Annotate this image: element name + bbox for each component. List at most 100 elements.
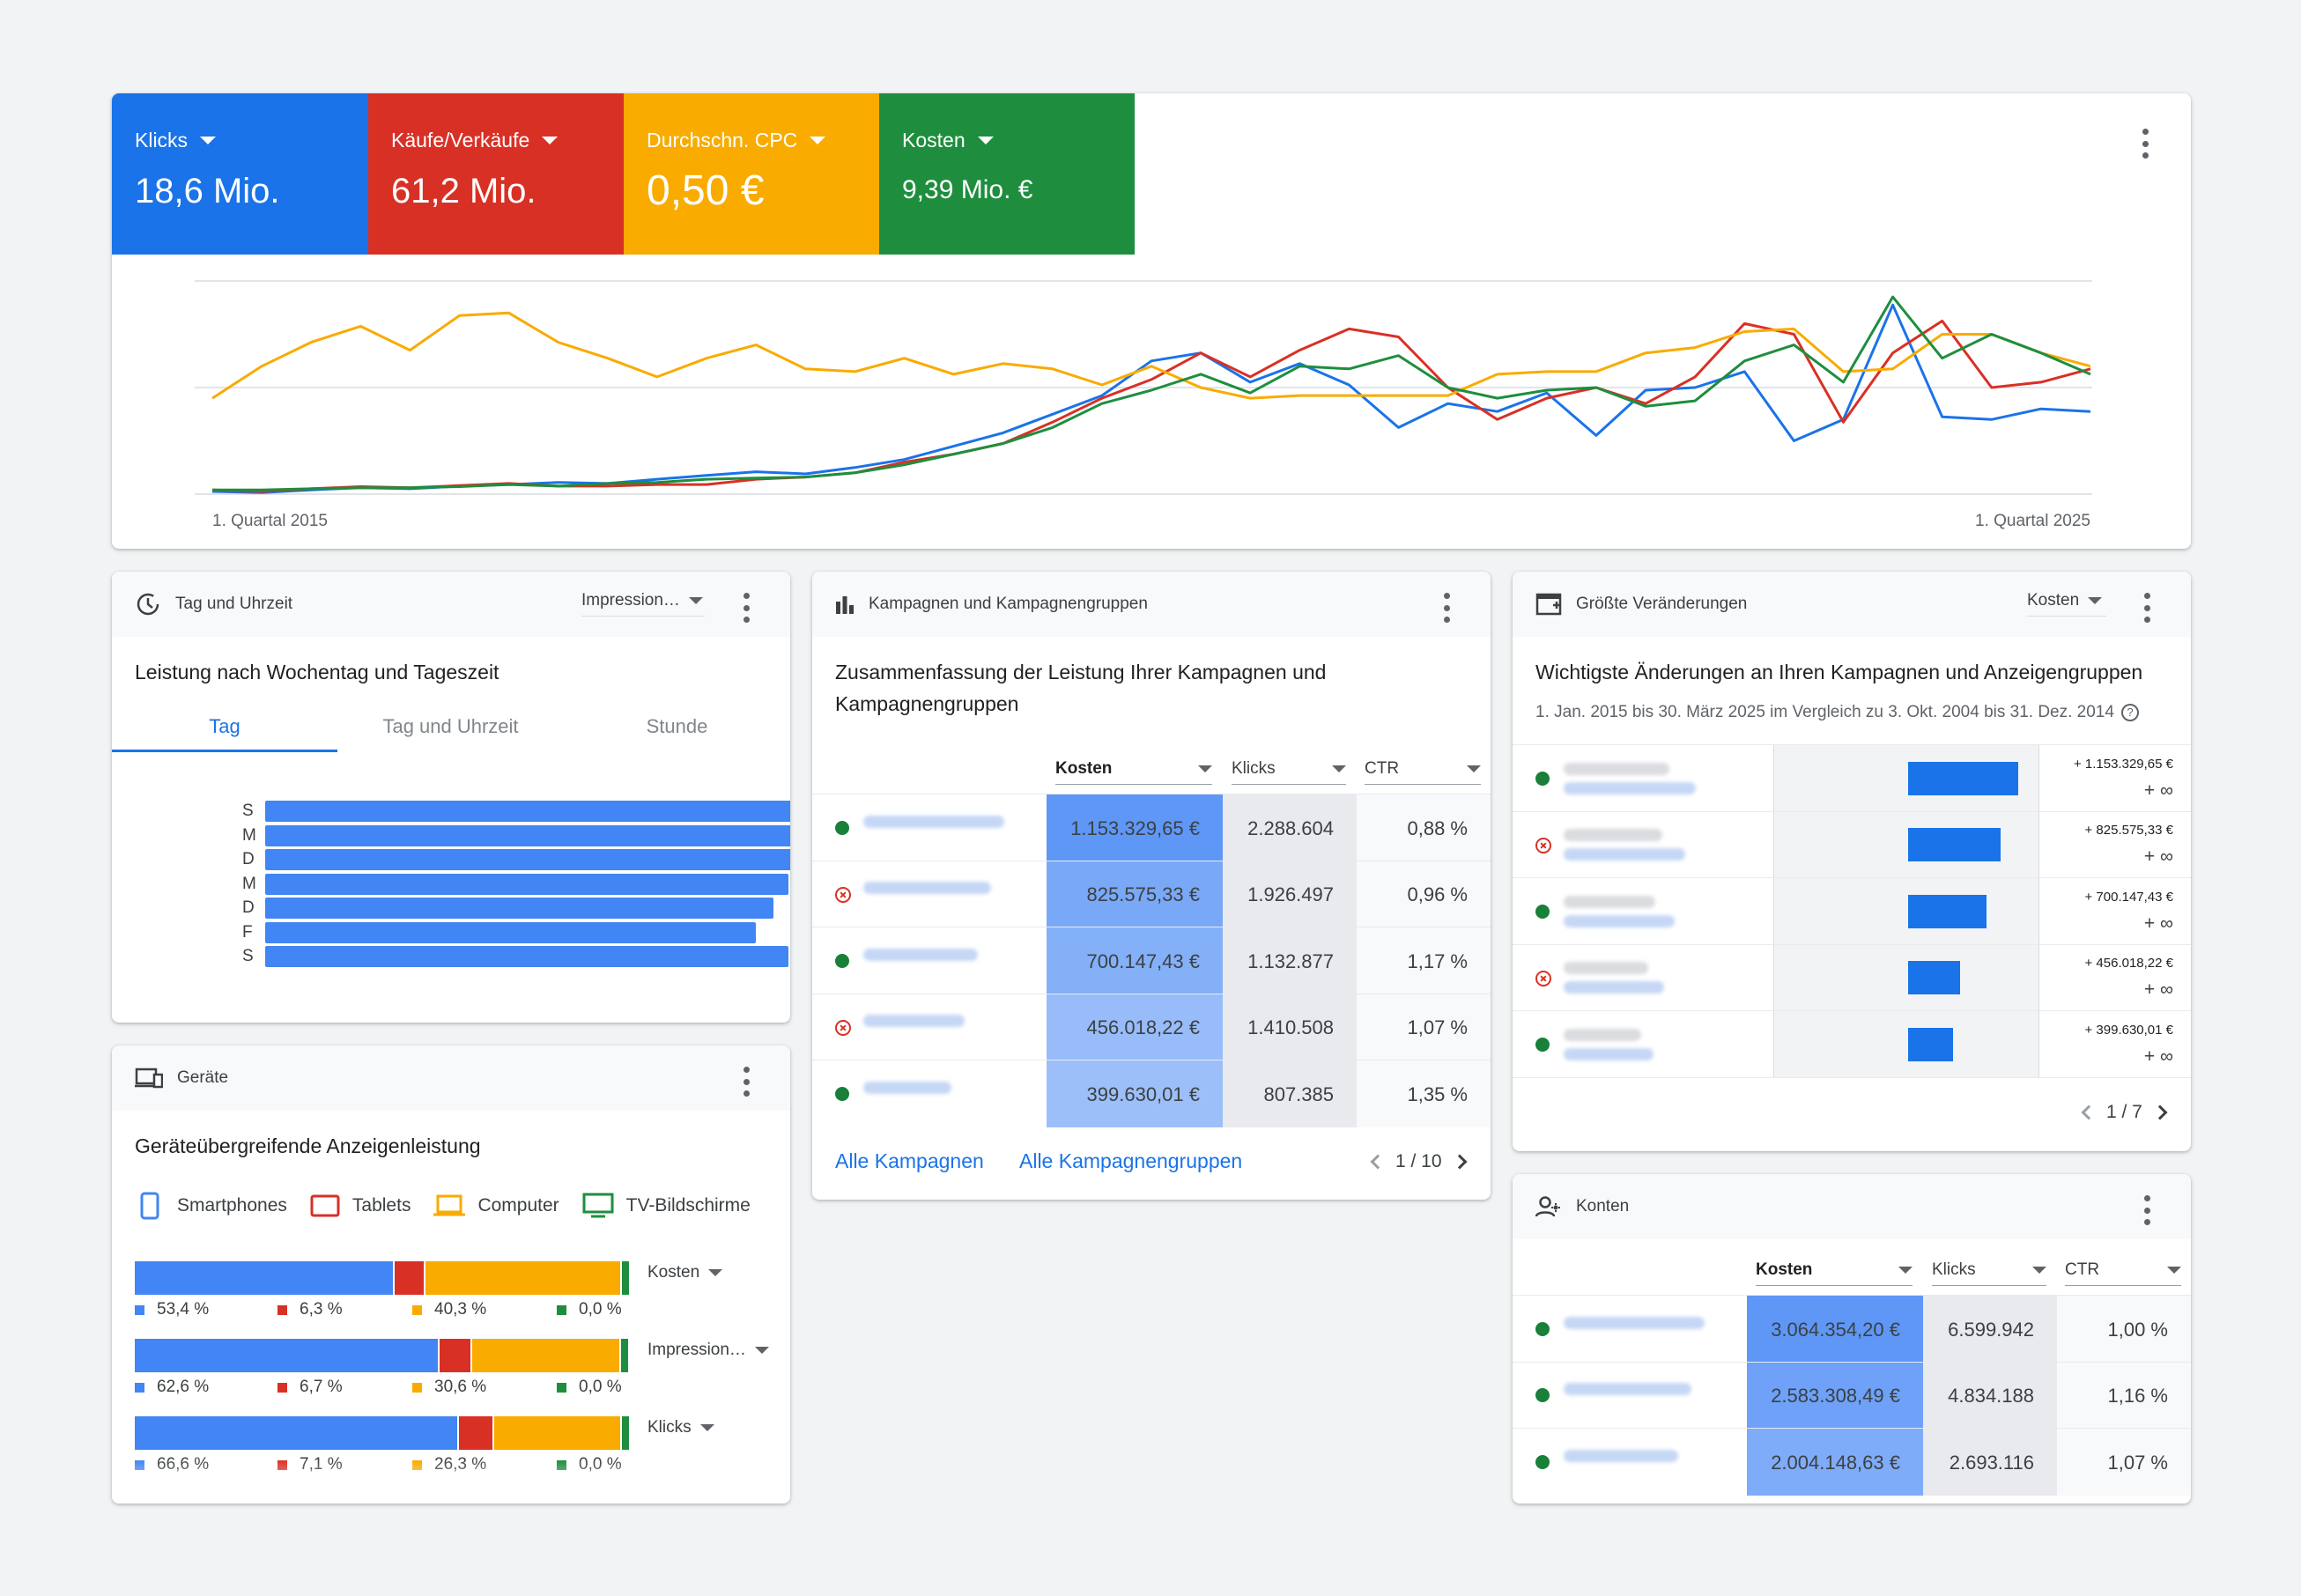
- metric-tile-cpc[interactable]: Durchschn. CPC 0,50 €: [624, 93, 879, 255]
- table-row[interactable]: 456.018,22 € 1.410.508 1,07 %: [812, 993, 1491, 1060]
- change-row[interactable]: + 456.018,22 € + ∞: [1513, 943, 2191, 1011]
- entity-name-blurred[interactable]: [1564, 1316, 1705, 1329]
- card-header-title: Kampagnen und Kampagnengruppen: [869, 595, 1148, 613]
- more-options-icon[interactable]: [2142, 593, 2152, 623]
- sort-arrow-icon: [1332, 765, 1346, 772]
- entity-name-blurred[interactable]: [863, 882, 991, 895]
- entity-name-blurred[interactable]: [863, 815, 1004, 828]
- entity-name-blurred[interactable]: [1564, 762, 1696, 794]
- devices-card: Geräte Geräteübergreifende Anzeigenleist…: [112, 1046, 790, 1504]
- column-header-ctr[interactable]: CTR: [1365, 759, 1481, 785]
- change-value: + 399.630,01 €: [2084, 1022, 2173, 1038]
- klicks-cell: 6.599.942: [1923, 1296, 2057, 1363]
- status-enabled-icon: [1535, 1037, 1550, 1052]
- column-header-ctr[interactable]: CTR: [2065, 1260, 2181, 1286]
- kosten-value: 1.153.329,65 €: [1070, 816, 1200, 839]
- device-metric-dropdown[interactable]: Klicks: [647, 1418, 731, 1443]
- change-row[interactable]: + 825.575,33 € + ∞: [1513, 810, 2191, 878]
- entity-name-blurred[interactable]: [1564, 1028, 1654, 1060]
- entity-name-blurred[interactable]: [863, 948, 978, 961]
- more-options-icon[interactable]: [1441, 593, 1452, 623]
- more-options-icon[interactable]: [2142, 1195, 2152, 1225]
- table-row[interactable]: 1.153.329,65 € 2.288.604 0,88 %: [812, 794, 1491, 861]
- weekday-label: D: [242, 898, 255, 917]
- change-percent: + ∞: [2143, 846, 2173, 868]
- change-row[interactable]: + 700.147,43 € + ∞: [1513, 877, 2191, 945]
- device-metric-dropdown[interactable]: Kosten: [647, 1263, 731, 1288]
- subtitle-text: 1. Jan. 2015 bis 30. März 2025 im Vergle…: [1535, 703, 2114, 721]
- entity-name-blurred[interactable]: [1564, 829, 1685, 861]
- status-enabled-icon: [835, 953, 849, 968]
- sort-arrow-icon: [2032, 1267, 2046, 1274]
- day-time-card: Tag und Uhrzeit Impression… Leistung nac…: [112, 572, 790, 1023]
- table-row[interactable]: 700.147,43 € 1.132.877 1,17 %: [812, 927, 1491, 994]
- all-campaigns-link[interactable]: Alle Kampagnen: [835, 1149, 984, 1173]
- column-header-klicks[interactable]: Klicks: [1232, 759, 1346, 785]
- table-row[interactable]: 825.575,33 € 1.926.497 0,96 %: [812, 860, 1491, 927]
- next-page-icon[interactable]: [2152, 1105, 2168, 1120]
- kosten-cell: 1.153.329,65 €: [1047, 794, 1223, 861]
- entity-name-blurred[interactable]: [1564, 895, 1675, 927]
- metric-tile-kaeufe[interactable]: Käufe/Verkäufe 61,2 Mio.: [368, 93, 624, 255]
- previous-page-icon[interactable]: [2081, 1105, 2097, 1120]
- table-row[interactable]: 2.583.308,49 € 4.834.188 1,16 %: [1513, 1361, 2191, 1429]
- weekday-label: F: [242, 922, 253, 942]
- change-row[interactable]: + 399.630,01 € + ∞: [1513, 1010, 2191, 1078]
- series-line-2: [211, 319, 2091, 493]
- device-metric-dropdown[interactable]: Impression…: [647, 1341, 771, 1365]
- device-bar-segment: [135, 1416, 460, 1450]
- metric-tile-klicks[interactable]: Klicks 18,6 Mio.: [112, 93, 368, 255]
- campaign-table: 1.153.329,65 € 2.288.604 0,88 % 825.575,33 …: [812, 794, 1491, 1128]
- metric-dropdown[interactable]: Kosten: [2027, 591, 2106, 617]
- klicks-cell: 1.410.508: [1223, 994, 1357, 1060]
- dropdown-arrow-icon: [699, 1424, 714, 1431]
- kosten-value: 2.583.308,49 €: [1771, 1385, 1900, 1408]
- help-icon[interactable]: ?: [2120, 704, 2139, 721]
- metric-tile-kosten[interactable]: Kosten 9,39 Mio. €: [879, 93, 1135, 255]
- metric-label: Durchschn. CPC: [647, 129, 798, 151]
- next-page-icon[interactable]: [1452, 1154, 1468, 1170]
- entity-name-blurred[interactable]: [1564, 962, 1664, 994]
- ctr-cell: 1,16 %: [2057, 1362, 2191, 1429]
- entity-name-blurred[interactable]: [863, 1081, 951, 1094]
- change-percent: + ∞: [2143, 979, 2173, 1001]
- device-share-label: 0,0 %: [557, 1300, 622, 1319]
- entity-name-blurred[interactable]: [1564, 1449, 1678, 1462]
- kosten-value: 399.630,01 €: [1086, 1082, 1200, 1105]
- kosten-value: 2.004.148,63 €: [1771, 1451, 1900, 1474]
- share-value: 0,0 %: [579, 1378, 622, 1396]
- weekday-label: M: [242, 825, 256, 845]
- change-bar-cell: [1773, 745, 2039, 812]
- column-header-klicks[interactable]: Klicks: [1932, 1260, 2046, 1286]
- table-row[interactable]: 3.064.354,20 € 6.599.942 1,00 %: [1513, 1295, 2191, 1363]
- previous-page-icon[interactable]: [1370, 1154, 1386, 1170]
- accounts-table: 3.064.354,20 € 6.599.942 1,00 % 2.583.308,4…: [1513, 1295, 2191, 1504]
- weekday-bar: [265, 801, 790, 822]
- column-header-kosten[interactable]: Kosten: [1055, 759, 1212, 785]
- table-row[interactable]: 399.630,01 € 807.385 1,35 %: [812, 1060, 1491, 1127]
- metric-dropdown-value: Impression…: [647, 1341, 746, 1359]
- more-options-icon[interactable]: [2140, 129, 2150, 159]
- device-share-label: 30,6 %: [412, 1378, 486, 1397]
- legend-swatch: [277, 1304, 287, 1315]
- entity-name-blurred[interactable]: [1564, 1383, 1691, 1396]
- share-value: 30,6 %: [434, 1378, 487, 1396]
- ctr-value: 1,17 %: [1407, 949, 1469, 972]
- blurred-text: [1564, 1383, 1691, 1396]
- column-label: Kosten: [1055, 759, 1113, 778]
- legend-swatch: [135, 1382, 144, 1393]
- series-line-4: [212, 295, 2091, 491]
- table-row[interactable]: 2.004.148,63 € 2.693.116 1,07 %: [1513, 1428, 2191, 1496]
- status-removed-icon: [1535, 971, 1551, 987]
- device-share-label: 0,0 %: [557, 1378, 622, 1397]
- share-value: 40,3 %: [434, 1300, 487, 1319]
- column-header-kosten[interactable]: Kosten: [1756, 1260, 1913, 1286]
- status-enabled-icon: [835, 1086, 849, 1101]
- all-campaign-groups-link[interactable]: Alle Kampagnengruppen: [1019, 1149, 1242, 1173]
- blurred-text: [1564, 1028, 1641, 1041]
- change-row[interactable]: + 1.153.329,65 € + ∞: [1513, 744, 2191, 812]
- weekday-bar: [265, 873, 788, 895]
- largest-changes-card: Größte Veränderungen Kosten Wichtigste Ä…: [1513, 572, 2191, 1151]
- change-percent: + ∞: [2143, 1046, 2173, 1067]
- entity-name-blurred[interactable]: [863, 1015, 965, 1028]
